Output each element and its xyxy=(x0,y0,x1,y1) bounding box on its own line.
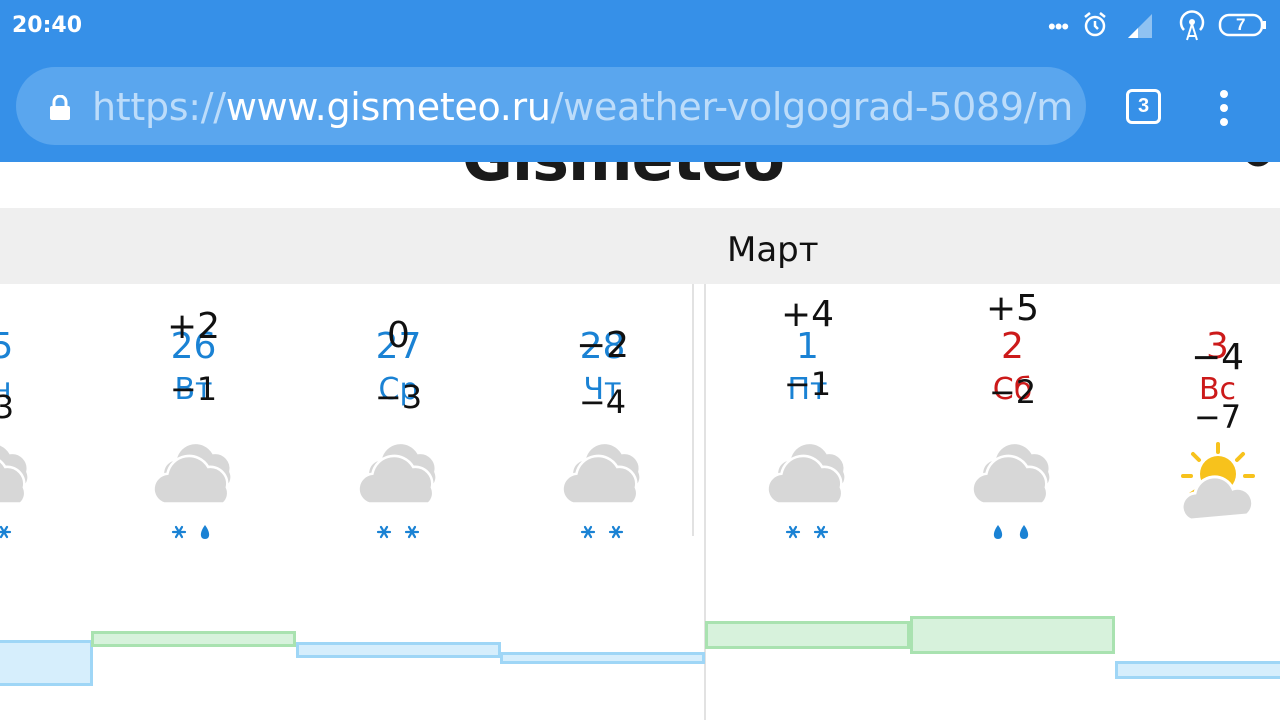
url-scheme: https:// xyxy=(92,85,226,129)
temp-min: −4 xyxy=(578,383,627,421)
cloudy-snow-icon xyxy=(356,441,438,539)
temp-max: 0 xyxy=(387,315,410,356)
temperature-bar xyxy=(500,652,705,664)
sun-cloud-icon xyxy=(1180,442,1255,522)
url-path: /weather-volgograd-5089/m xyxy=(550,85,1074,129)
site-header: Gismeteo xyxy=(0,162,1280,208)
temp-max: +2 xyxy=(166,306,221,347)
browser-toolbar: https://www.gismeteo.ru/weather-volgogra… xyxy=(0,52,1280,162)
signal-icon xyxy=(1128,14,1152,38)
temp-min: −3 xyxy=(0,388,15,426)
status-bar: 20:40 ••• 7 xyxy=(0,0,1280,52)
temp-max: −4 xyxy=(1190,337,1245,378)
temperature-bar xyxy=(296,642,501,658)
address-bar[interactable]: https://www.gismeteo.ru/weather-volgogra… xyxy=(16,67,1086,145)
temp-min: −7 xyxy=(1193,398,1242,436)
lock-icon xyxy=(50,95,70,120)
month-label: Март xyxy=(727,230,819,270)
day-column[interactable]: 1 Пт +4 −1 xyxy=(705,284,910,720)
hotspot-icon xyxy=(1179,10,1205,41)
day-column[interactable]: 26 Вт +2 −1 xyxy=(91,284,296,720)
cloudy-snow-rain-icon xyxy=(151,441,233,539)
temp-max: −2 xyxy=(575,325,630,366)
cloudy-snow-icon xyxy=(765,441,847,539)
battery-level: 7 xyxy=(1236,15,1246,34)
day-column[interactable]: 3 Вс −4 −7 xyxy=(1115,284,1280,720)
temperature-bar xyxy=(910,616,1115,654)
alarm-icon xyxy=(1084,12,1106,37)
day-date: 2 xyxy=(1001,326,1024,367)
clock: 20:40 xyxy=(12,13,83,38)
temp-min: −1 xyxy=(169,370,218,408)
temperature-bar xyxy=(1115,661,1280,679)
cloudy-snow-icon xyxy=(0,443,30,539)
temp-min: −3 xyxy=(374,378,423,416)
temperature-bar xyxy=(91,631,296,647)
url-host: www.gismeteo.ru xyxy=(225,85,551,129)
search-icon[interactable] xyxy=(1244,162,1280,176)
cloudy-rain-icon xyxy=(970,441,1052,539)
more-notifications-icon: ••• xyxy=(1048,14,1069,39)
day-column[interactable]: 2 Сб +5 −2 xyxy=(910,284,1115,720)
temp-min: −1 xyxy=(783,365,832,403)
tab-switcher-button[interactable]: 3 xyxy=(1126,89,1161,124)
cloudy-snow-icon xyxy=(560,441,642,539)
day-date: 25 xyxy=(0,326,14,367)
overflow-menu-button[interactable] xyxy=(1212,90,1236,126)
temp-max: +4 xyxy=(780,294,835,335)
screen: 20:40 ••• 7 https://www.gismeteo.ru/weat… xyxy=(0,0,1280,720)
temperature-bar xyxy=(0,640,93,686)
temp-max: +5 xyxy=(985,288,1040,329)
url-text[interactable]: https://www.gismeteo.ru/weather-volgogra… xyxy=(92,85,1073,129)
temp-min: −2 xyxy=(988,373,1037,411)
month-header: Март xyxy=(0,208,1280,284)
site-logo[interactable]: Gismeteo xyxy=(462,162,785,195)
temperature-bar xyxy=(705,621,910,649)
